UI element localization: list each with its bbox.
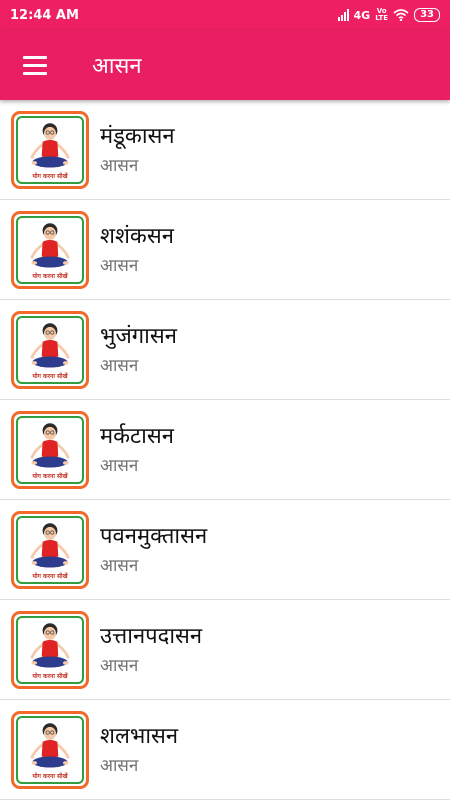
thumbnail-caption: योग करना सीखें [32,572,68,580]
yoga-pose-thumbnail: योग करना सीखें [11,210,89,289]
list-item[interactable]: योग करना सीखें शलभासन आसन [0,700,450,800]
status-icons: 4G Vo LTE 33 [337,8,440,22]
status-bar: 12:44 AM 4G Vo LTE 33 [0,0,450,30]
list-item-text: मंडूकासन आसन [100,122,175,178]
page-title: आसन [92,54,142,79]
asana-subtitle: आसन [100,455,139,476]
asana-list: योग करना सीखें मंडूकासन आसन योग करना सीख… [0,100,450,800]
yoga-pose-thumbnail: योग करना सीखें [11,710,89,789]
asana-subtitle: आसन [100,155,139,176]
yoga-pose-thumbnail: योग करना सीखें [11,510,89,589]
asana-title: उत्तानपदासन [100,623,203,649]
network-type: 4G [353,8,371,22]
signal-strength-icon [337,9,349,21]
asana-title: मंडूकासन [100,123,175,149]
yoga-pose-thumbnail: योग करना सीखें [11,410,89,489]
status-time: 12:44 AM [10,7,79,23]
list-item-text: उत्तानपदासन आसन [100,622,202,678]
asana-subtitle: आसन [100,355,139,376]
thumbnail-caption: योग करना सीखें [32,472,68,480]
thumbnail-caption: योग करना सीखें [32,172,68,180]
asana-subtitle: आसन [100,255,139,276]
asana-title: भुजंगासन [100,323,177,349]
app-bar: आसन [0,30,450,100]
asana-title: मर्कटासन [100,423,174,449]
list-item-text: शशंकसन आसन [100,222,174,278]
asana-subtitle: आसन [100,755,139,776]
yoga-pose-thumbnail: योग करना सीखें [11,610,89,689]
asana-title: शलभासन [100,723,179,749]
list-item-text: पवनमुक्तासन आसन [100,522,207,578]
list-item[interactable]: योग करना सीखें शशंकसन आसन [0,200,450,300]
asana-title: शशंकसन [100,223,174,249]
yoga-pose-thumbnail: योग करना सीखें [11,110,89,189]
volte-label-bottom: LTE [375,14,389,22]
volte-icon: Vo LTE [375,8,388,22]
asana-subtitle: आसन [100,655,139,676]
yoga-pose-thumbnail: योग करना सीखें [11,310,89,389]
thumbnail-caption: योग करना सीखें [32,272,68,280]
list-item-text: शलभासन आसन [100,722,178,778]
thumbnail-caption: योग करना सीखें [32,772,68,780]
thumbnail-caption: योग करना सीखें [32,672,68,680]
hamburger-menu-icon[interactable] [0,30,70,100]
battery-icon: 33 [414,8,440,22]
list-item[interactable]: योग करना सीखें उत्तानपदासन आसन [0,600,450,700]
list-item-text: मर्कटासन आसन [100,422,174,478]
wifi-icon [393,9,409,21]
list-item[interactable]: योग करना सीखें मर्कटासन आसन [0,400,450,500]
list-item[interactable]: योग करना सीखें भुजंगासन आसन [0,300,450,400]
asana-subtitle: आसन [100,555,139,576]
list-item[interactable]: योग करना सीखें पवनमुक्तासन आसन [0,500,450,600]
list-item-text: भुजंगासन आसन [100,322,177,378]
thumbnail-caption: योग करना सीखें [32,372,68,380]
list-item[interactable]: योग करना सीखें मंडूकासन आसन [0,100,450,200]
asana-title: पवनमुक्तासन [100,523,208,549]
